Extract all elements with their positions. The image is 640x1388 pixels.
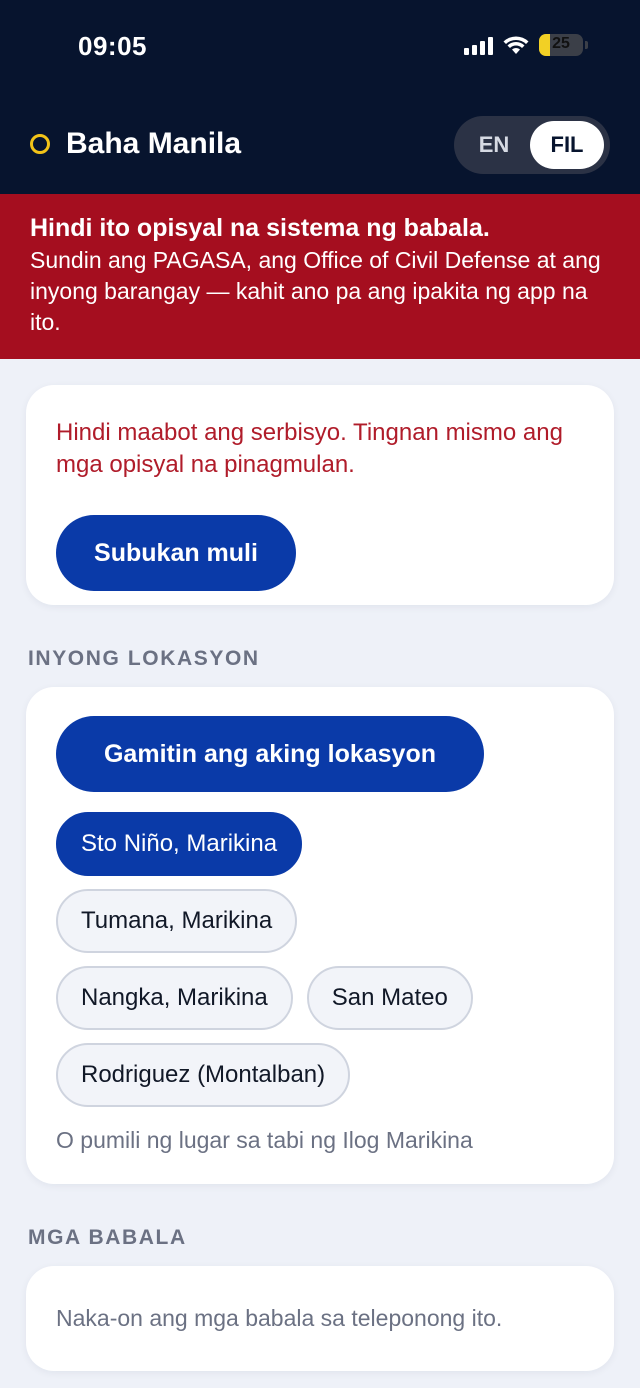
wifi-icon — [503, 36, 529, 54]
use-my-location-button[interactable]: Gamitin ang aking lokasyon — [56, 716, 484, 792]
location-card: Gamitin ang aking lokasyon Sto Niño, Mar… — [26, 687, 614, 1184]
location-section-label: INYONG LOKASYON — [28, 647, 260, 670]
alerts-status-text: Naka-on ang mga babala sa teleponong ito… — [56, 1305, 503, 1331]
disclaimer-banner: Hindi ito opisyal na sistema ng babala. … — [0, 194, 640, 359]
cellular-signal-icon — [464, 35, 493, 55]
retry-button[interactable]: Subukan muli — [56, 515, 296, 591]
location-chip-tumana[interactable]: Tumana, Marikina — [56, 889, 298, 953]
status-bar: 09:05 25 — [0, 0, 640, 96]
status-time: 09:05 — [78, 31, 147, 61]
location-chip-sto-nino[interactable]: Sto Niño, Marikina — [56, 812, 303, 876]
top-bar: 09:05 25 Baha Manila EN FIL — [0, 0, 640, 194]
error-card: Hindi maabot ang serbisyo. Tingnan mismo… — [26, 385, 614, 605]
location-chip-nangka[interactable]: Nangka, Marikina — [56, 966, 293, 1030]
lang-en-button[interactable]: EN — [460, 121, 528, 169]
location-chips: Sto Niño, Marikina Tumana, Marikina Nang… — [56, 812, 536, 1107]
location-hint: O pumili ng lugar sa tabi ng Ilog Mariki… — [56, 1127, 473, 1153]
alerts-card: Naka-on ang mga babala sa teleponong ito… — [26, 1266, 614, 1371]
app-header: Baha Manila EN FIL — [0, 96, 640, 194]
app-title: Baha Manila — [66, 127, 242, 160]
disclaimer-title: Hindi ito opisyal na sistema ng babala. — [30, 214, 490, 242]
brand-ring-icon — [30, 134, 50, 154]
status-icons: 25 — [464, 34, 588, 56]
battery-icon: 25 — [539, 34, 583, 56]
battery-tip — [585, 41, 588, 49]
location-chip-rodriguez[interactable]: Rodriguez (Montalban) — [56, 1043, 351, 1107]
alerts-section-label: MGA BABALA — [28, 1226, 187, 1249]
disclaimer-body: Sundin ang PAGASA, ang Office of Civil D… — [30, 247, 601, 335]
language-toggle[interactable]: EN FIL — [454, 116, 610, 174]
error-message: Hindi maabot ang serbisyo. Tingnan mismo… — [56, 419, 563, 478]
battery-level: 25 — [552, 35, 570, 52]
location-chip-san-mateo[interactable]: San Mateo — [306, 966, 473, 1030]
lang-fil-button[interactable]: FIL — [530, 121, 604, 169]
